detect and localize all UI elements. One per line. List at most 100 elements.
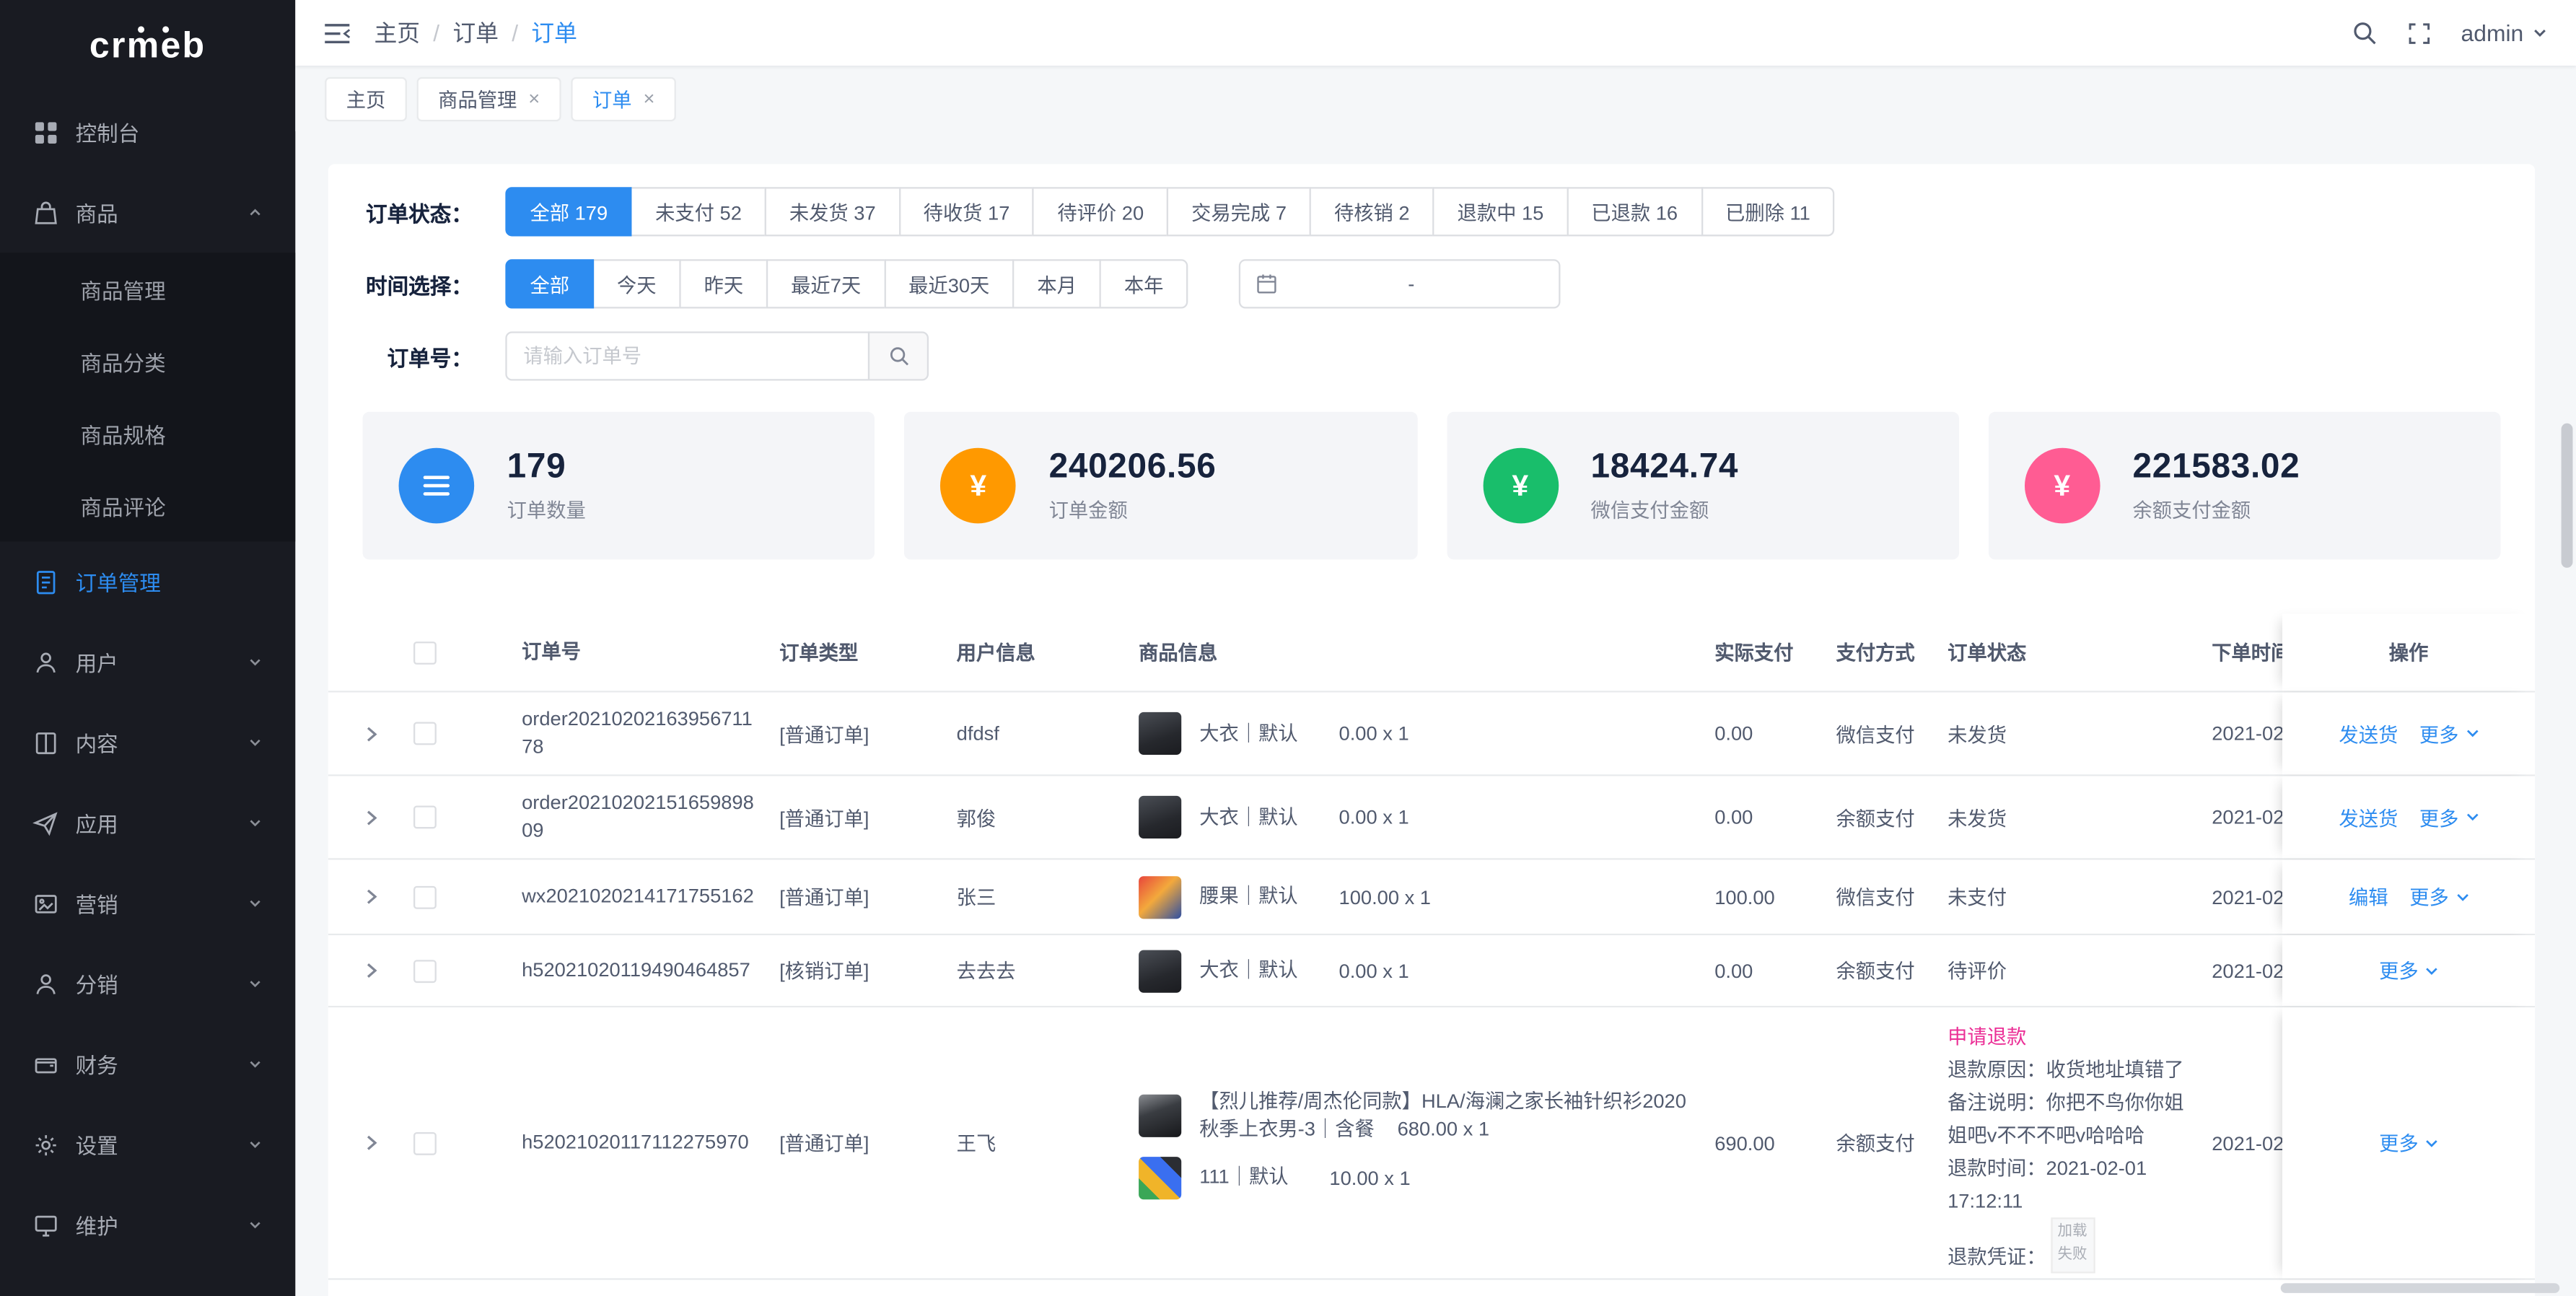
tab-home[interactable]: 主页 [325,76,407,121]
status-filter-to-verify[interactable]: 待核销 2 [1310,187,1434,236]
col-user-info: 用户信息 [957,639,1139,667]
row-actions: 发送货 更多 [2282,776,2535,859]
breadcrumb-order[interactable]: 订单 [452,17,499,49]
order-type: [普通订单] [779,883,957,911]
sidebar-item-order-manage[interactable]: 订单管理 [0,541,295,621]
gear-icon [32,1131,58,1157]
user-info: 去去去 [957,957,1139,985]
sidebar-item-user[interactable]: 用户 [0,622,295,702]
more-button[interactable]: 更多 [2419,719,2479,748]
wallet-icon [32,1051,58,1077]
order-file-icon [32,569,58,595]
product-submenu: 商品管理 商品分类 商品规格 商品评论 [0,253,295,541]
status-filter-completed[interactable]: 交易完成 7 [1167,187,1311,236]
yen-icon: ¥ [2024,448,2100,524]
refund-voucher-image[interactable]: 加载失败 [2051,1217,2095,1273]
time-filter-yesterday[interactable]: 昨天 [679,259,768,308]
expand-row-icon[interactable] [364,808,378,826]
expand-row-icon[interactable] [364,1134,378,1152]
more-button[interactable]: 更多 [2379,1129,2438,1157]
chevron-down-icon [247,976,262,991]
sidebar-item-product-manage[interactable]: 商品管理 [0,253,295,325]
ship-button[interactable]: 发送货 [2339,719,2398,748]
time-filter-all[interactable]: 全部 [505,259,594,308]
yen-icon: ¥ [1482,448,1558,524]
logo-text: crmeb [89,25,206,67]
sidebar-item-product-comment[interactable]: 商品评论 [0,469,295,541]
time-filter-last7days[interactable]: 最近7天 [766,259,885,308]
page-content: 订单状态： 全部 179 未支付 52 未发货 37 待收货 17 待评价 20… [295,131,2576,1296]
sidebar-item-product[interactable]: 商品 [0,172,295,253]
topbar: 主页 / 订单 / 订单 admin [295,0,2576,66]
stat-value: 179 [507,448,586,488]
breadcrumb-home[interactable]: 主页 [374,17,420,49]
expand-row-icon[interactable] [364,888,378,906]
vertical-scrollbar-thumb[interactable] [2562,424,2573,568]
time-filter-today[interactable]: 今天 [592,259,681,308]
order-no: order2021020215165989809 [473,789,779,845]
expand-row-icon[interactable] [364,724,378,743]
row-checkbox[interactable] [413,722,437,745]
more-button[interactable]: 更多 [2379,957,2438,985]
stat-balance-pay-amount: ¥ 221583.02 余额支付金额 [1988,412,2500,560]
time-filter-this-year[interactable]: 本年 [1100,259,1188,308]
status-filter-deleted[interactable]: 已删除 11 [1701,187,1835,236]
select-all-checkbox[interactable] [413,641,437,664]
fullscreen-icon[interactable] [2406,20,2431,45]
refund-note: 备注说明：你把不鸟你你姐姐吧v不不不吧v哈哈哈 [1948,1086,2199,1152]
expand-row-icon[interactable] [364,962,378,980]
chevron-up-icon [247,205,262,219]
ship-button[interactable]: 发送货 [2339,803,2398,831]
sidebar-item-product-spec[interactable]: 商品规格 [0,397,295,469]
product-info: 大衣｜默认 0.00 x 1 [1139,712,1695,755]
close-icon[interactable]: × [528,89,540,108]
row-checkbox[interactable] [413,1131,437,1155]
sidebar-item-finance[interactable]: 财务 [0,1024,295,1104]
edit-button[interactable]: 编辑 [2349,883,2388,911]
status-filter-refunding[interactable]: 退款中 15 [1432,187,1568,236]
time-filter-last30days[interactable]: 最近30天 [884,259,1014,308]
sidebar-item-maintenance[interactable]: 维护 [0,1185,295,1265]
more-button[interactable]: 更多 [2419,803,2479,831]
product-info: 大衣｜默认 0.00 x 1 [1139,949,1695,991]
order-no-input[interactable] [505,331,869,380]
chevron-down-icon [2466,729,2479,739]
date-range-picker[interactable]: - [1239,259,1561,308]
row-checkbox[interactable] [413,959,437,982]
sidebar-item-console[interactable]: 控制台 [0,92,295,172]
sidebar-item-content[interactable]: 内容 [0,702,295,782]
status-filter-all[interactable]: 全部 179 [505,187,632,236]
sidebar-item-marketing[interactable]: 营销 [0,863,295,943]
horizontal-scrollbar-thumb[interactable] [2281,1283,2560,1293]
more-button[interactable]: 更多 [2409,883,2468,911]
sidebar-item-application[interactable]: 应用 [0,783,295,863]
search-icon[interactable] [2351,19,2377,45]
status-filter-refunded[interactable]: 已退款 16 [1567,187,1702,236]
row-checkbox[interactable] [413,805,437,828]
chevron-down-icon [2455,892,2468,902]
breadcrumb: 主页 / 订单 / 订单 [374,17,577,49]
stat-wechat-pay-amount: ¥ 18424.74 微信支付金额 [1446,412,1958,560]
status-filter-to-receive[interactable]: 待收货 17 [898,187,1034,236]
close-icon[interactable]: × [644,89,655,108]
tab-product-manage[interactable]: 商品管理 × [417,76,561,121]
sidebar-item-distribution[interactable]: 分销 [0,943,295,1023]
product-info: 111｜默认 10.00 x 1 [1139,1156,1695,1199]
status-filter-unshipped[interactable]: 未发货 37 [765,187,901,236]
status-filter-unpaid[interactable]: 未支付 52 [631,187,766,236]
person-icon [32,649,58,675]
collapse-menu-icon[interactable] [323,20,351,45]
sidebar-item-settings[interactable]: 设置 [0,1104,295,1184]
pay-type: 余额支付 [1836,803,1948,831]
row-checkbox[interactable] [413,885,437,908]
user-info: 张三 [957,883,1139,911]
tab-order[interactable]: 订单 × [571,76,676,121]
table-row: h52021020119490464857 [核销订单] 去去去 大衣｜默认 0… [328,935,2535,1007]
order-search-button[interactable] [868,331,929,380]
time-filter-this-month[interactable]: 本月 [1012,259,1101,308]
status-filter-to-review[interactable]: 待评价 20 [1033,187,1168,236]
sidebar-item-product-category[interactable]: 商品分类 [0,325,295,397]
chevron-down-icon [247,735,262,750]
user-menu[interactable]: admin [2461,19,2549,45]
username: admin [2461,19,2524,45]
